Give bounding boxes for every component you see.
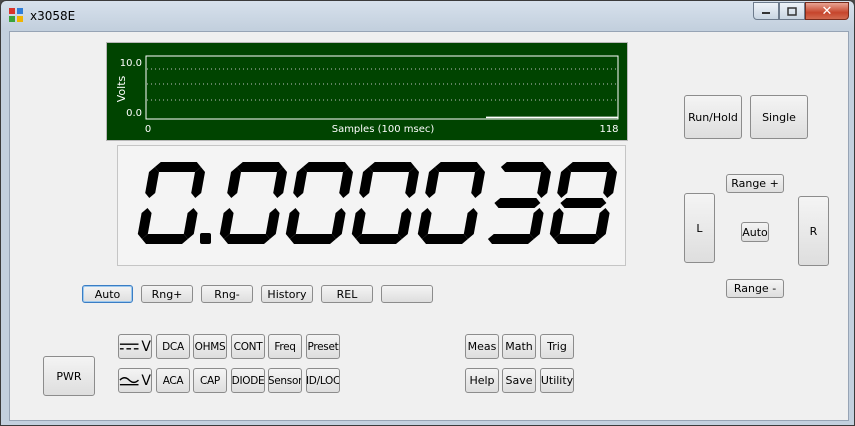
digit-segment	[560, 198, 607, 208]
range-minus-button[interactable]: Range -	[726, 279, 784, 298]
y-axis-label: Volts	[115, 75, 128, 102]
digit-segment	[183, 208, 198, 239]
seven-segment-readout	[137, 162, 617, 244]
dc-symbol-icon	[119, 343, 139, 350]
cont-button[interactable]: CONT	[231, 334, 265, 359]
app-icon	[9, 8, 23, 22]
trend-chart-svg: Volts 10.0 0.0 0 Samples (100 msec) 118	[115, 55, 619, 135]
minimize-button[interactable]	[753, 2, 779, 20]
ac-volts-label: V	[141, 372, 151, 389]
digit-segment	[529, 208, 544, 239]
range-down-button[interactable]: Rng-	[201, 285, 253, 303]
utility-button[interactable]: Utility	[540, 368, 574, 393]
x-axis-label: Samples (100 msec)	[332, 124, 435, 135]
cap-button[interactable]: CAP	[193, 368, 227, 393]
maximize-icon	[787, 6, 797, 16]
digit-segment	[331, 208, 346, 239]
digit-segment	[265, 208, 280, 239]
title-bar[interactable]: x3058E ✕	[1, 1, 854, 31]
ac-volts-button[interactable]: V	[118, 368, 152, 393]
dc-volts-button[interactable]: V	[118, 334, 152, 359]
digit-segment	[494, 198, 541, 208]
digit-segment	[595, 208, 610, 239]
digit-segment	[359, 167, 373, 198]
client-area: Volts 10.0 0.0 0 Samples (100 msec) 118 …	[9, 31, 849, 421]
digit-segment	[302, 162, 349, 172]
rel-button[interactable]: REL	[321, 285, 373, 303]
y-tick-bottom: 0.0	[126, 108, 142, 119]
digit-segment	[500, 162, 547, 172]
digit-segment	[154, 162, 201, 172]
run-hold-button[interactable]: Run/Hold	[684, 95, 742, 139]
reading-display	[117, 145, 626, 266]
ac-symbol-icon	[119, 376, 139, 385]
decimal-point-segment	[200, 233, 211, 244]
math-button[interactable]: Math	[502, 334, 536, 359]
help-button[interactable]: Help	[465, 368, 499, 393]
plot-frame	[145, 55, 619, 120]
id-loc-button[interactable]: ID/LOC	[306, 368, 340, 393]
digit-segment	[355, 234, 402, 244]
aca-button[interactable]: ACA	[156, 368, 190, 393]
digit-segment	[566, 162, 613, 172]
minimize-icon	[762, 12, 770, 14]
preset-button[interactable]: Preset	[306, 334, 340, 359]
digit-segment	[293, 167, 307, 198]
x-tick-start: 0	[145, 124, 151, 135]
single-button[interactable]: Single	[750, 95, 808, 139]
ohms-button[interactable]: OHMS	[193, 334, 227, 359]
digit-segment	[553, 234, 600, 244]
digit-segment	[368, 162, 415, 172]
digit-segment	[223, 234, 270, 244]
digit-segment	[227, 167, 241, 198]
sensor-button[interactable]: Sensor	[268, 368, 302, 393]
dc-volts-label: V	[141, 338, 151, 355]
digit-segment	[557, 167, 571, 198]
range-plus-button[interactable]: Range +	[726, 174, 784, 193]
blank-softkey-button[interactable]	[381, 285, 433, 303]
digit-segment	[236, 162, 283, 172]
digit-segment	[289, 234, 336, 244]
digit-segment	[434, 162, 481, 172]
app-window: x3058E ✕ Volts 10.0 0.0 0 Samples (100 m…	[0, 0, 855, 426]
digit-segment	[425, 167, 439, 198]
digit-segment	[463, 208, 478, 239]
history-button[interactable]: History	[261, 285, 313, 303]
digit-segment	[421, 234, 468, 244]
nav-auto-button[interactable]: Auto	[741, 222, 769, 242]
diode-button[interactable]: DIODE	[231, 368, 265, 393]
power-button[interactable]: PWR	[43, 356, 95, 396]
trend-chart: Volts 10.0 0.0 0 Samples (100 msec) 118	[106, 42, 628, 141]
range-up-button[interactable]: Rng+	[141, 285, 193, 303]
dca-button[interactable]: DCA	[156, 334, 190, 359]
freq-button[interactable]: Freq	[268, 334, 302, 359]
close-button[interactable]: ✕	[805, 2, 849, 20]
nav-left-button[interactable]: L	[684, 193, 715, 263]
window-title: x3058E	[30, 9, 76, 23]
meas-button[interactable]: Meas	[465, 334, 499, 359]
y-tick-top: 10.0	[120, 58, 142, 69]
x-tick-end: 118	[599, 124, 618, 135]
auto-range-button[interactable]: Auto	[82, 285, 133, 303]
digit-segment	[397, 208, 412, 239]
digit-segment	[145, 167, 159, 198]
maximize-button[interactable]	[779, 2, 805, 20]
save-button[interactable]: Save	[502, 368, 536, 393]
close-icon: ✕	[821, 3, 833, 19]
digit-segment	[487, 234, 534, 244]
digit-segment	[141, 234, 188, 244]
nav-right-button[interactable]: R	[798, 196, 829, 266]
trig-button[interactable]: Trig	[540, 334, 574, 359]
